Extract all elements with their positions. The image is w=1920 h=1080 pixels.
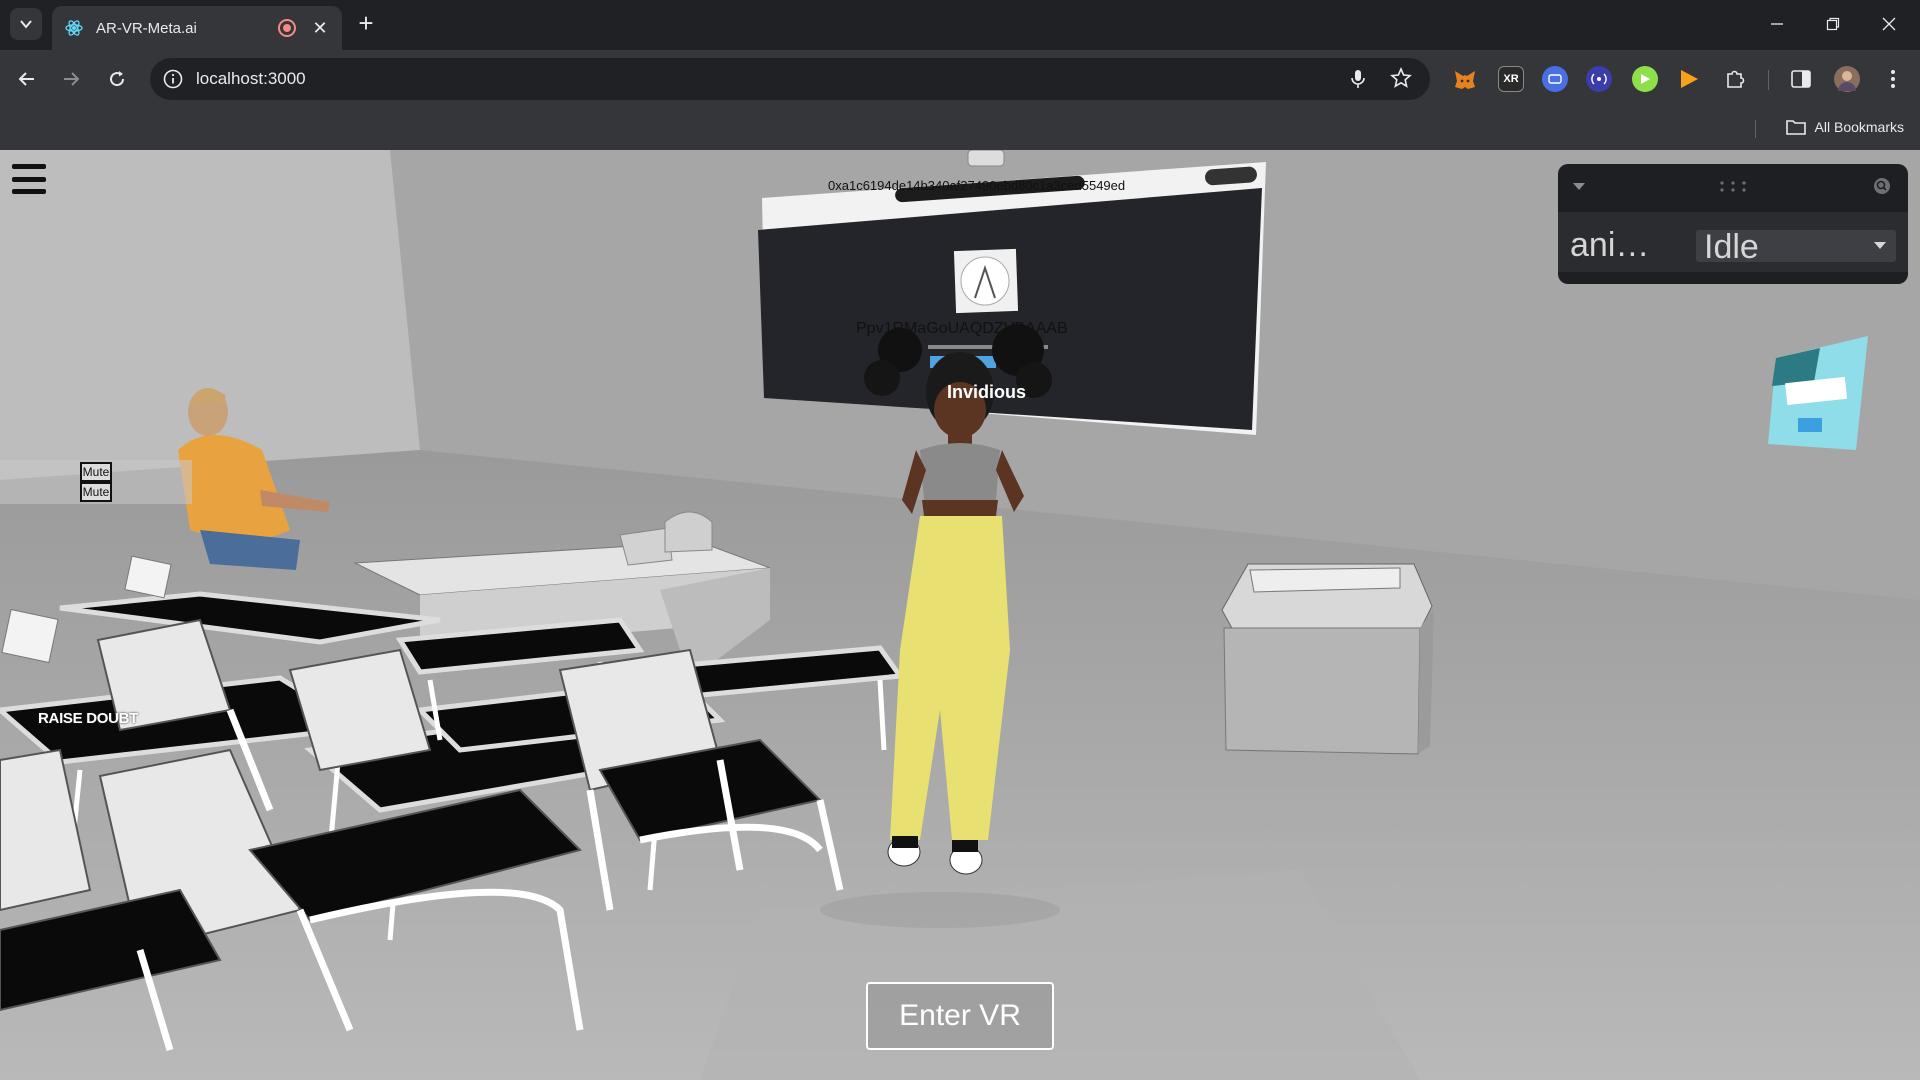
wallet-address: 0xa1c6194de14b340af27490ebd80c1a3ced5549…	[828, 178, 1126, 193]
address-bar[interactable]: localhost:3000	[150, 58, 1430, 100]
all-bookmarks-button[interactable]: All Bookmarks	[1785, 118, 1904, 136]
play-green-icon[interactable]	[1632, 66, 1658, 92]
hamburger-menu-icon[interactable]	[12, 164, 46, 194]
toolbar-divider	[1768, 70, 1769, 90]
close-tab-icon[interactable]: ✕	[310, 18, 330, 39]
hamburger-line	[12, 164, 46, 169]
classroom-scene	[0, 150, 1920, 1080]
animation-row: ani… Idle	[1558, 212, 1908, 272]
bookmarks-bar: All Bookmarks	[0, 108, 1920, 150]
close-window-button[interactable]	[1866, 8, 1912, 40]
minimize-button[interactable]	[1754, 8, 1800, 40]
menu-kebab-icon[interactable]	[1880, 66, 1906, 92]
webxr-icon[interactable]: XR	[1498, 66, 1524, 92]
drag-handle-icon[interactable]	[1718, 180, 1748, 192]
all-bookmarks-label: All Bookmarks	[1814, 119, 1904, 135]
side-panel-icon[interactable]	[1788, 66, 1814, 92]
hamburger-line	[12, 189, 46, 194]
animation-label: ani…	[1570, 226, 1650, 264]
microphone-icon[interactable]	[1348, 68, 1368, 90]
tab-strip: AR-VR-Meta.ai ✕ +	[0, 0, 1920, 50]
screen-title: Invidious	[947, 382, 1027, 402]
raise-doubt-button[interactable]: RAISE DOUBT	[38, 710, 138, 727]
session-id-text: Ppv1RMaGoUAQDZVBAAAB	[856, 320, 1068, 337]
gui-header[interactable]	[1558, 164, 1908, 208]
cabinet	[1221, 563, 1434, 755]
forward-button[interactable]	[56, 64, 86, 94]
tab-search-button[interactable]	[10, 8, 42, 40]
play-orange-icon[interactable]	[1676, 66, 1702, 92]
mute-button[interactable]: Mute	[80, 462, 112, 482]
restore-button[interactable]	[1810, 8, 1856, 40]
animation-control-panel: ani… Idle	[1558, 164, 1908, 284]
browser-toolbar: localhost:3000 XR	[0, 50, 1920, 108]
bookmarks-divider	[1755, 120, 1756, 138]
bookmark-star-icon[interactable]	[1390, 67, 1412, 89]
back-button[interactable]	[12, 64, 42, 94]
arrow-left-icon	[18, 72, 34, 86]
arrow-right-icon	[64, 72, 80, 86]
animation-select[interactable]: Idle	[1696, 228, 1896, 266]
recording-icon	[278, 19, 296, 37]
reload-icon	[110, 71, 125, 87]
hamburger-line	[12, 176, 46, 182]
url-text[interactable]: localhost:3000	[196, 69, 306, 89]
ext-icon[interactable]	[1542, 66, 1568, 92]
new-tab-button[interactable]: +	[352, 10, 380, 38]
mute-panel: Mute Mute	[0, 460, 192, 504]
animation-value: Idle	[1704, 228, 1759, 266]
metamask-icon[interactable]	[1452, 66, 1478, 92]
folder-icon	[1785, 120, 1806, 135]
vr-canvas[interactable]: 0xa1c6194de14b340af27490ebd80c1a3ced5549…	[0, 150, 1920, 1080]
collapse-caret-icon[interactable]	[1572, 182, 1586, 192]
enter-vr-button[interactable]: Enter VR	[866, 982, 1054, 1050]
react-icon	[65, 20, 83, 36]
minimize-icon	[1771, 23, 1783, 25]
mute-button[interactable]: Mute	[80, 482, 112, 502]
puzzle-icon[interactable]	[1722, 66, 1748, 92]
restore-icon	[1826, 17, 1840, 31]
site-info-icon[interactable]	[162, 68, 184, 90]
close-icon	[1882, 17, 1896, 31]
dropdown-caret-icon	[1874, 242, 1886, 249]
tab-title: AR-VR-Meta.ai	[96, 19, 197, 37]
search-icon[interactable]	[1872, 176, 1892, 196]
profile-avatar[interactable]	[1834, 66, 1860, 92]
broadcast-icon[interactable]	[1586, 66, 1612, 92]
browser-tab[interactable]: AR-VR-Meta.ai ✕	[52, 6, 342, 50]
chevron-down-icon	[20, 20, 32, 29]
reload-button[interactable]	[102, 64, 132, 94]
